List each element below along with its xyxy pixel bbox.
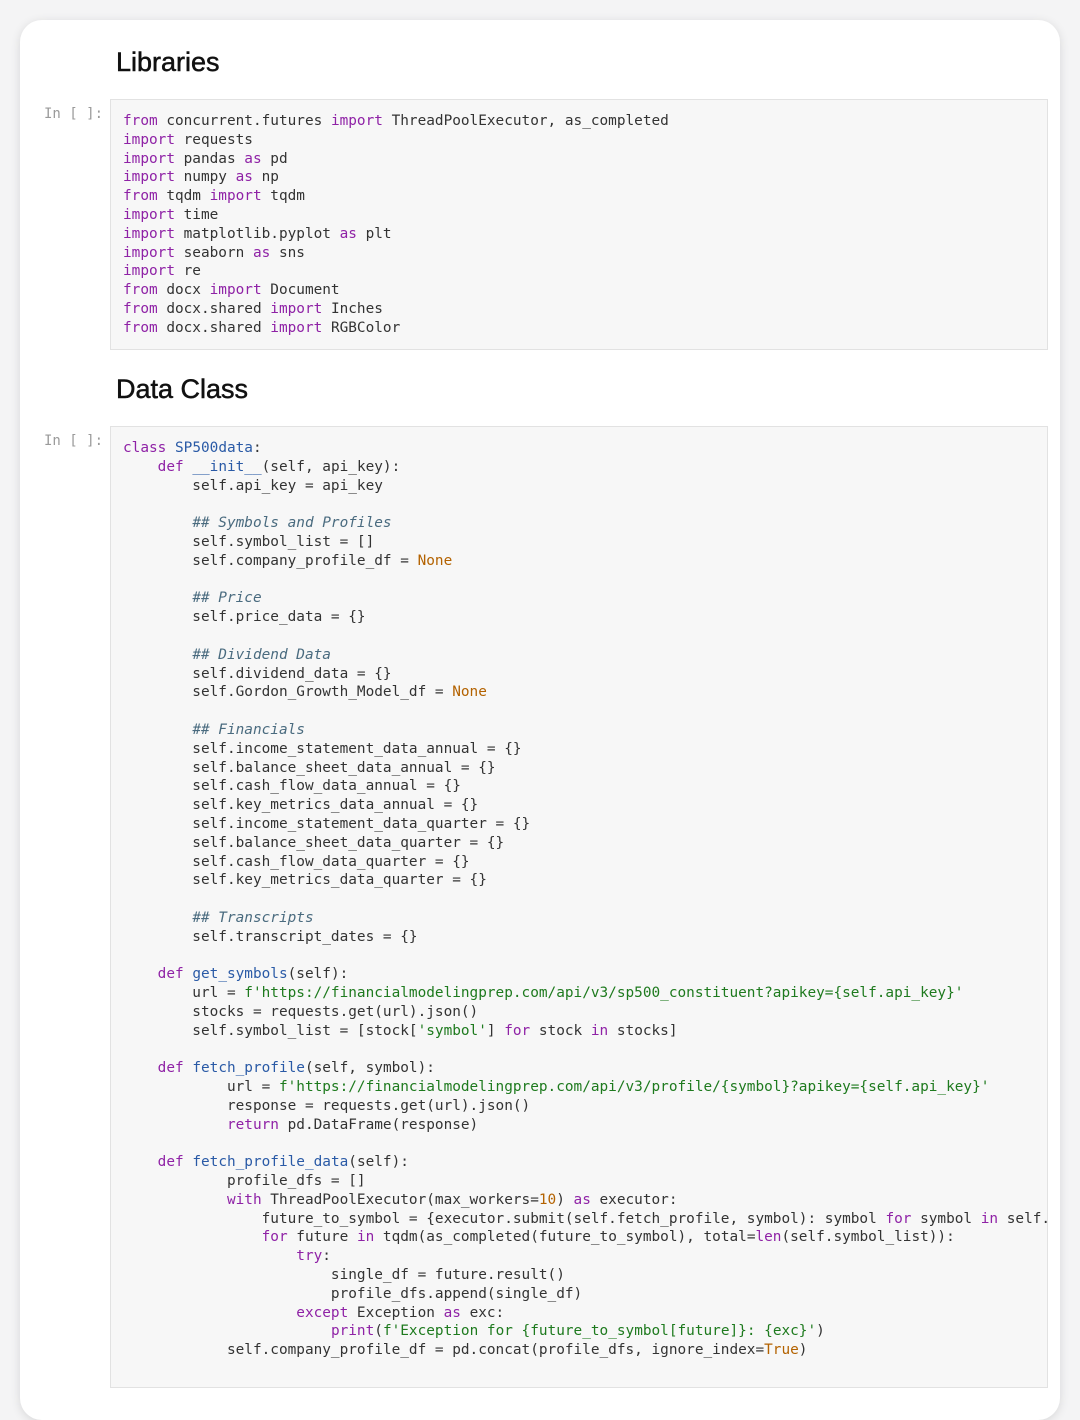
cell-prompt: In [ ]: (44, 433, 104, 449)
code-editor[interactable]: from concurrent.futures import ThreadPoo… (111, 100, 1047, 338)
section-heading-data-class: Data Class (116, 374, 249, 405)
code-editor[interactable]: class SP500data: def __init__(self, api_… (111, 427, 1047, 1360)
code-cell-imports[interactable]: from concurrent.futures import ThreadPoo… (110, 99, 1048, 350)
cell-prompt: In [ ]: (44, 106, 104, 122)
notebook-page: Libraries In [ ]: from concurrent.future… (20, 20, 1060, 1420)
section-heading-libraries: Libraries (116, 47, 220, 78)
code-cell-sp500data[interactable]: class SP500data: def __init__(self, api_… (110, 426, 1048, 1388)
